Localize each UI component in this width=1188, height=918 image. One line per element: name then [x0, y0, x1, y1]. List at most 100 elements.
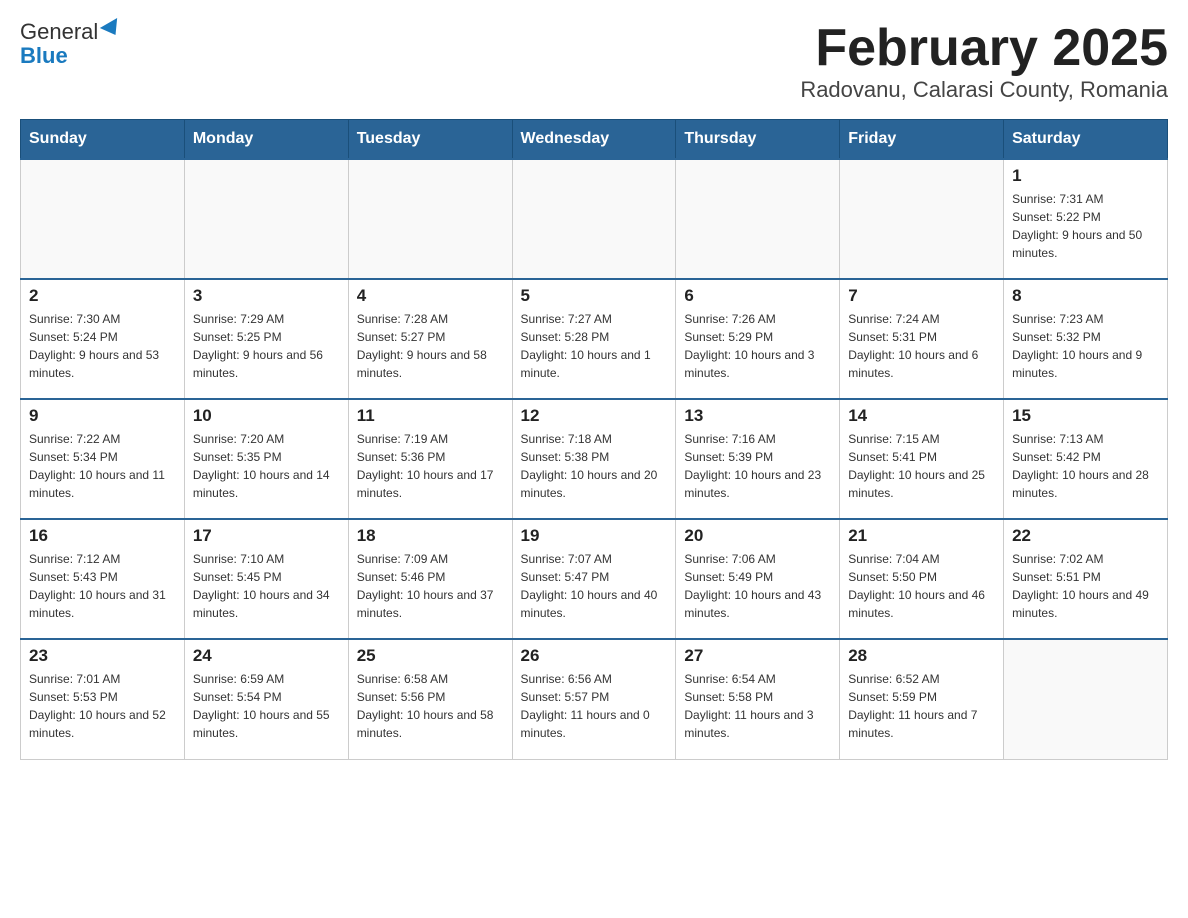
- calendar-subtitle: Radovanu, Calarasi County, Romania: [800, 77, 1168, 103]
- table-row: 19Sunrise: 7:07 AMSunset: 5:47 PMDayligh…: [512, 519, 676, 639]
- day-info: Sunrise: 7:28 AMSunset: 5:27 PMDaylight:…: [357, 310, 504, 382]
- table-row: 20Sunrise: 7:06 AMSunset: 5:49 PMDayligh…: [676, 519, 840, 639]
- day-info: Sunrise: 7:29 AM Sunset: 5:25 PM Daylight:…: [193, 310, 340, 382]
- day-info-line: Sunrise: 7:12 AM: [29, 552, 120, 566]
- day-number: 5: [521, 286, 668, 306]
- logo-blue: Blue: [20, 44, 68, 68]
- day-info: Sunrise: 7:13 AMSunset: 5:42 PMDaylight:…: [1012, 430, 1159, 502]
- day-info-line: Sunset: 5:25 PM: [193, 330, 282, 344]
- table-row: 7Sunrise: 7:24 AMSunset: 5:31 PMDaylight…: [840, 279, 1004, 399]
- day-info-line: Daylight: 9 hours and 56 minutes.: [193, 348, 323, 380]
- table-row: 10Sunrise: 7:20 AMSunset: 5:35 PMDayligh…: [184, 399, 348, 519]
- day-number: 15: [1012, 406, 1159, 426]
- table-row: 13Sunrise: 7:16 AMSunset: 5:39 PMDayligh…: [676, 399, 840, 519]
- day-info-line: Sunset: 5:41 PM: [848, 450, 937, 464]
- day-info-line: Sunrise: 7:20 AM: [193, 432, 284, 446]
- table-row: 9 Sunrise: 7:22 AMSunset: 5:34 PMDaylight…: [21, 399, 185, 519]
- day-number: 14: [848, 406, 995, 426]
- day-info-line: Sunset: 5:35 PM: [193, 450, 282, 464]
- day-info-line: Sunrise: 7:29 AM: [193, 312, 284, 326]
- calendar-header-row: Sunday Monday Tuesday Wednesday Thursday…: [21, 120, 1168, 160]
- day-info-line: Daylight: 10 hours and 55 minutes.: [193, 708, 330, 740]
- title-block: February 2025 Radovanu, Calarasi County,…: [800, 20, 1168, 103]
- day-info-line: Daylight: 10 hours and 3 minutes.: [684, 348, 814, 380]
- day-info-line: Sunrise: 7:01 AM: [29, 672, 120, 686]
- header-monday: Monday: [184, 120, 348, 160]
- day-info-line: Sunset: 5:49 PM: [684, 570, 773, 584]
- day-info-line: Sunset: 5:42 PM: [1012, 450, 1101, 464]
- day-info-line: Sunrise: 7:31 AM: [1012, 192, 1103, 206]
- day-info-line: Sunrise: 7:26 AM: [684, 312, 775, 326]
- day-info-line: Sunset: 5:54 PM: [193, 690, 282, 704]
- day-info: Sunrise: 7:07 AMSunset: 5:47 PMDaylight:…: [521, 550, 668, 622]
- day-info-line: Sunrise: 7:09 AM: [357, 552, 448, 566]
- day-info-line: Daylight: 10 hours and 20 minutes.: [521, 468, 658, 500]
- day-info-line: Sunset: 5:59 PM: [848, 690, 937, 704]
- day-info-line: Sunrise: 7:02 AM: [1012, 552, 1103, 566]
- day-info: Sunrise: 7:19 AMSunset: 5:36 PMDaylight:…: [357, 430, 504, 502]
- day-info-line: Sunset: 5:43 PM: [29, 570, 118, 584]
- table-row: 22Sunrise: 7:02 AMSunset: 5:51 PMDayligh…: [1004, 519, 1168, 639]
- table-row: 27Sunrise: 6:54 AMSunset: 5:58 PMDayligh…: [676, 639, 840, 759]
- table-row: 24Sunrise: 6:59 AMSunset: 5:54 PMDayligh…: [184, 639, 348, 759]
- day-info-line: Sunrise: 7:07 AM: [521, 552, 612, 566]
- day-number: 3: [193, 286, 340, 306]
- day-info: Sunrise: 7:22 AMSunset: 5:34 PMDaylight:…: [29, 430, 176, 502]
- day-info-line: Daylight: 10 hours and 28 minutes.: [1012, 468, 1149, 500]
- day-info: Sunrise: 7:16 AMSunset: 5:39 PMDaylight:…: [684, 430, 831, 502]
- day-info: Sunrise: 7:27 AMSunset: 5:28 PMDaylight:…: [521, 310, 668, 382]
- table-row: 28Sunrise: 6:52 AMSunset: 5:59 PMDayligh…: [840, 639, 1004, 759]
- day-number: 4: [357, 286, 504, 306]
- day-info-line: Daylight: 10 hours and 52 minutes.: [29, 708, 166, 740]
- calendar-table: Sunday Monday Tuesday Wednesday Thursday…: [20, 119, 1168, 760]
- day-info-line: Daylight: 10 hours and 34 minutes.: [193, 588, 330, 620]
- day-info-line: Sunset: 5:22 PM: [1012, 210, 1101, 224]
- calendar-week-row: 9 Sunrise: 7:22 AMSunset: 5:34 PMDaylight…: [21, 399, 1168, 519]
- day-number: 26: [521, 646, 668, 666]
- day-number: 16: [29, 526, 176, 546]
- day-number: 25: [357, 646, 504, 666]
- day-number: 6: [684, 286, 831, 306]
- day-number: 9: [29, 406, 176, 426]
- calendar-week-row: 16 Sunrise: 7:12 AM Sunset: 5:43 PM Dayligh…: [21, 519, 1168, 639]
- day-info-line: Sunrise: 6:58 AM: [357, 672, 448, 686]
- page-header: General Blue February 2025 Radovanu, Cal…: [20, 20, 1168, 103]
- day-info-line: Daylight: 10 hours and 37 minutes.: [357, 588, 494, 620]
- day-info-line: Sunrise: 7:18 AM: [521, 432, 612, 446]
- calendar-week-row: 1Sunrise: 7:31 AMSunset: 5:22 PMDaylight…: [21, 159, 1168, 279]
- day-info: Sunrise: 7:18 AMSunset: 5:38 PMDaylight:…: [521, 430, 668, 502]
- day-info-line: Daylight: 11 hours and 3 minutes.: [684, 708, 813, 740]
- day-info-line: Sunrise: 7:06 AM: [684, 552, 775, 566]
- calendar-week-row: 2Sunrise: 7:30 AMSunset: 5:24 PMDaylight…: [21, 279, 1168, 399]
- day-info-line: Sunset: 5:56 PM: [357, 690, 446, 704]
- day-info-line: Sunrise: 7:15 AM: [848, 432, 939, 446]
- day-info: Sunrise: 6:54 AMSunset: 5:58 PMDaylight:…: [684, 670, 831, 742]
- table-row: [840, 159, 1004, 279]
- day-info-line: Daylight: 10 hours and 25 minutes.: [848, 468, 985, 500]
- logo: General Blue: [20, 20, 122, 68]
- day-number: 8: [1012, 286, 1159, 306]
- day-info: Sunrise: 7:10 AMSunset: 5:45 PMDaylight:…: [193, 550, 340, 622]
- day-number: 23: [29, 646, 176, 666]
- day-info-line: Sunset: 5:27 PM: [357, 330, 446, 344]
- day-info-line: Sunset: 5:28 PM: [521, 330, 610, 344]
- table-row: 8Sunrise: 7:23 AMSunset: 5:32 PMDaylight…: [1004, 279, 1168, 399]
- table-row: [512, 159, 676, 279]
- day-info-line: Sunset: 5:46 PM: [357, 570, 446, 584]
- day-info-line: Daylight: 10 hours and 49 minutes.: [1012, 588, 1149, 620]
- day-info-line: Sunrise: 7:04 AM: [848, 552, 939, 566]
- day-info-line: Daylight: 9 hours and 58 minutes.: [357, 348, 487, 380]
- table-row: 18Sunrise: 7:09 AMSunset: 5:46 PMDayligh…: [348, 519, 512, 639]
- day-info: Sunrise: 6:58 AMSunset: 5:56 PMDaylight:…: [357, 670, 504, 742]
- day-info: Sunrise: 7:09 AM Sunset: 5:46 PM Daylight:…: [357, 550, 504, 622]
- calendar-title: February 2025: [800, 20, 1168, 77]
- day-number: 12: [521, 406, 668, 426]
- day-number: 1: [1012, 166, 1159, 186]
- header-tuesday: Tuesday: [348, 120, 512, 160]
- day-number: 11: [357, 406, 504, 426]
- day-info: Sunrise: 7:20 AMSunset: 5:35 PMDaylight:…: [193, 430, 340, 502]
- table-row: 1Sunrise: 7:31 AMSunset: 5:22 PMDaylight…: [1004, 159, 1168, 279]
- day-info: Sunrise: 6:52 AMSunset: 5:59 PMDaylight:…: [848, 670, 995, 742]
- day-number: 21: [848, 526, 995, 546]
- day-info-line: Sunrise: 7:16 AM: [684, 432, 775, 446]
